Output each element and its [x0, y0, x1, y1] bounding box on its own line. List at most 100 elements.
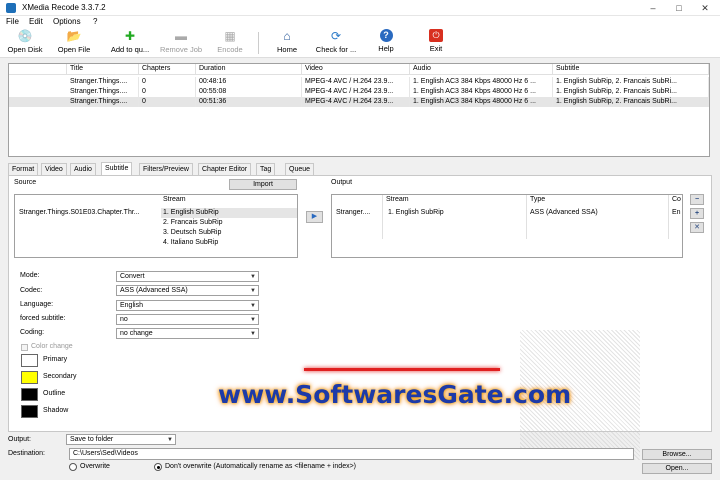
out-col-stream: Stream	[386, 196, 409, 203]
dont-overwrite-radio[interactable]	[154, 463, 162, 471]
col-audio[interactable]: Audio	[410, 64, 553, 74]
forced-subtitle-label: forced subtitle:	[20, 315, 66, 322]
output-stream-name[interactable]: 1. English SubRip	[388, 209, 444, 216]
language-label: Language:	[20, 301, 54, 308]
output-streams-label: Output	[331, 179, 353, 186]
secondary-color-swatch[interactable]	[21, 371, 38, 384]
tab-queue[interactable]: Queue	[285, 163, 315, 175]
col-chapters[interactable]: Chapters	[139, 64, 196, 74]
dont-overwrite-label: Don't overwrite (Automatically rename as…	[165, 463, 357, 470]
tab-audio[interactable]: Audio	[70, 163, 96, 175]
add-stream-button[interactable]: +	[690, 208, 704, 219]
encode-button[interactable]: ▦ Encode	[212, 29, 248, 57]
coding-label: Coding:	[20, 329, 45, 336]
browse-button[interactable]: Browse...	[642, 449, 712, 460]
forced-subtitle-select[interactable]: no ▼	[116, 314, 259, 325]
tab-format[interactable]: Format	[8, 163, 39, 175]
exit-icon: ⏻	[429, 29, 443, 42]
maximize-button[interactable]: □	[666, 0, 692, 16]
menu-edit[interactable]: Edit	[29, 17, 43, 26]
menu-options[interactable]: Options	[53, 17, 81, 26]
overwrite-label: Overwrite	[80, 463, 110, 470]
col-title[interactable]: Title	[67, 64, 139, 74]
check-for-updates-button[interactable]: ⟳ Check for ...	[312, 29, 360, 57]
coding-select[interactable]: no change ▼	[116, 328, 259, 339]
source-stream-item[interactable]: 3. Deutsch SubRip	[161, 228, 221, 238]
output-label: Output:	[8, 436, 31, 443]
arrow-right-icon: ▶	[311, 213, 318, 220]
source-stream-item[interactable]: 1. English SubRip	[161, 208, 297, 218]
overwrite-radio[interactable]	[69, 463, 77, 471]
open-button[interactable]: Open...	[642, 463, 712, 474]
tab-video[interactable]: Video	[41, 163, 67, 175]
remove-job-button[interactable]: ▬ Remove Job	[156, 29, 206, 57]
clear-streams-button[interactable]: ✕	[690, 222, 704, 233]
tab-filters-preview[interactable]: Filters/Preview	[139, 163, 193, 175]
tab-subtitle[interactable]: Subtitle	[101, 162, 133, 175]
refresh-icon: ⟳	[330, 29, 342, 43]
mode-select[interactable]: Convert ▼	[116, 271, 259, 282]
title-bar: XMedia Recode 3.3.7.2 – □ ✕	[0, 0, 720, 16]
col-video[interactable]: Video	[302, 64, 410, 74]
film-icon: ▦	[224, 29, 236, 43]
job-list-header: Title Chapters Duration Video Audio Subt…	[9, 64, 709, 75]
shadow-color-label: Shadow	[43, 407, 69, 414]
tab-tag[interactable]: Tag	[256, 163, 276, 175]
add-to-queue-button[interactable]: ✚ Add to qu...	[106, 29, 154, 57]
add-stream-arrow-button[interactable]: ▶	[306, 211, 323, 223]
window-title: XMedia Recode 3.3.7.2	[22, 3, 106, 12]
secondary-color-label: Secondary	[43, 373, 77, 380]
primary-color-swatch[interactable]	[21, 354, 38, 367]
exit-button[interactable]: ⏻ Exit	[422, 29, 450, 57]
output-select[interactable]: Save to folder ▼	[66, 434, 176, 445]
col-duration[interactable]: Duration	[196, 64, 302, 74]
source-stream-list[interactable]: Stream Stranger.Things.S01E03.Chapter.Th…	[14, 194, 298, 258]
minus-icon: −	[694, 196, 700, 203]
color-change-label: Color change	[31, 343, 73, 350]
plus-icon: +	[694, 210, 700, 217]
language-select[interactable]: English ▼	[116, 300, 259, 311]
tab-chapter-editor[interactable]: Chapter Editor	[198, 163, 252, 175]
menu-help[interactable]: ?	[93, 17, 97, 26]
job-list[interactable]: Title Chapters Duration Video Audio Subt…	[8, 63, 710, 157]
output-stream-file[interactable]: Stranger....	[336, 209, 370, 216]
out-col-co: Co	[672, 196, 681, 203]
plus-icon: ✚	[124, 29, 136, 43]
output-stream-type[interactable]: ASS (Advanced SSA)	[530, 209, 598, 216]
open-disk-button[interactable]: 💿 Open Disk	[4, 29, 46, 57]
menu-file[interactable]: File	[6, 17, 19, 26]
home-button[interactable]: ⌂ Home	[270, 29, 304, 57]
source-stream-item[interactable]: 2. Francais SubRip	[161, 218, 223, 228]
home-icon: ⌂	[283, 29, 291, 43]
close-window-button[interactable]: ✕	[692, 0, 718, 16]
table-row[interactable]: Stranger.Things.... 0 00:48:16 MPEG-4 AV…	[9, 77, 709, 87]
output-stream-list[interactable]: Stream Type Co Stranger.... 1. English S…	[331, 194, 683, 258]
col-subtitle[interactable]: Subtitle	[553, 64, 709, 74]
output-stream-co[interactable]: En	[672, 209, 681, 216]
shadow-color-swatch[interactable]	[21, 405, 38, 418]
import-button[interactable]: Import	[229, 179, 297, 190]
open-file-button[interactable]: 📂 Open File	[53, 29, 95, 57]
watermark-text: www.SoftwaresGate.com	[218, 380, 572, 409]
destination-label: Destination:	[8, 450, 45, 457]
destination-input[interactable]: C:\Users\Sed\Videos	[69, 448, 634, 460]
table-row[interactable]: Stranger.Things.... 0 00:55:08 MPEG-4 AV…	[9, 87, 709, 97]
minimize-button[interactable]: –	[640, 0, 666, 16]
outline-color-swatch[interactable]	[21, 388, 38, 401]
source-stream-header: Stream	[163, 196, 186, 203]
codec-select[interactable]: ASS (Advanced SSA) ▼	[116, 285, 259, 296]
source-stream-item[interactable]: 4. Italiano SubRip	[161, 238, 218, 248]
chevron-down-icon: ▼	[250, 303, 256, 309]
help-icon: ?	[379, 29, 393, 42]
watermark-line	[304, 368, 500, 371]
remove-stream-button[interactable]: −	[690, 194, 704, 205]
menu-bar: File Edit Options ?	[0, 16, 720, 28]
table-row-selected[interactable]: Stranger.Things.... 0 00:51:36 MPEG-4 AV…	[9, 97, 709, 107]
color-change-checkbox[interactable]	[21, 344, 28, 351]
primary-color-label: Primary	[43, 356, 68, 363]
chevron-down-icon: ▼	[250, 331, 256, 337]
help-button[interactable]: ? Help	[372, 29, 400, 57]
toolbar-separator	[258, 32, 259, 54]
chevron-down-icon: ▼	[250, 288, 256, 294]
toolbar: 💿 Open Disk 📂 Open File ✚ Add to qu... ▬…	[0, 28, 720, 58]
